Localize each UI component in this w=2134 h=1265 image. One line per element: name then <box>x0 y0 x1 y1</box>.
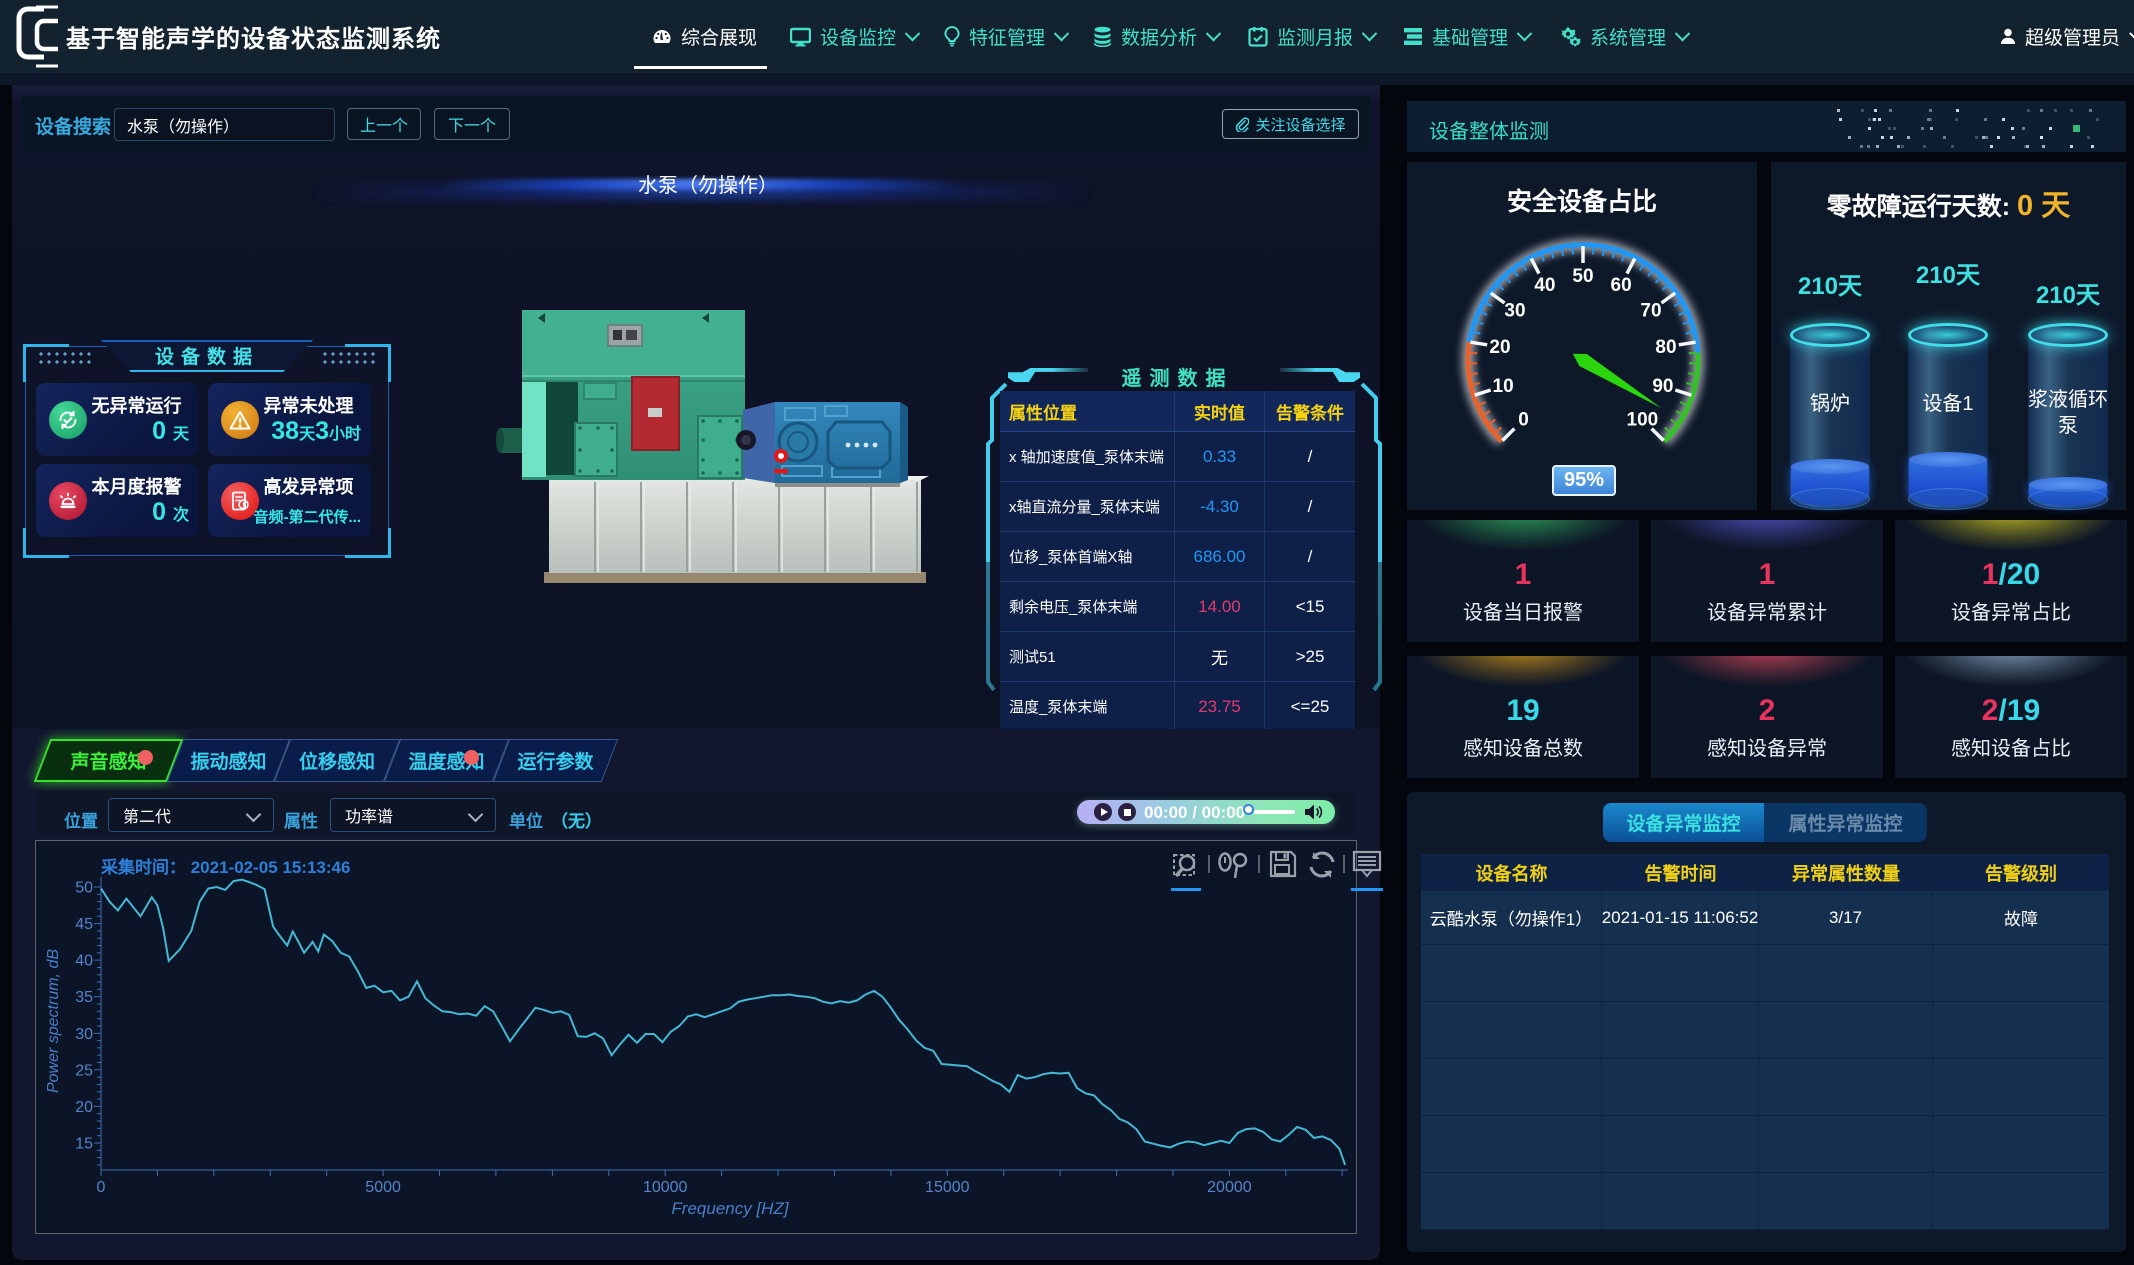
svg-text:0: 0 <box>1518 409 1529 430</box>
svg-text:30: 30 <box>75 1026 93 1043</box>
svg-text:45: 45 <box>75 916 93 933</box>
svg-text:10: 10 <box>1493 376 1514 397</box>
svg-text:20: 20 <box>75 1099 93 1116</box>
svg-text:20: 20 <box>1489 337 1510 358</box>
svg-text:15: 15 <box>75 1136 93 1153</box>
svg-text:40: 40 <box>75 953 93 970</box>
svg-text:5000: 5000 <box>365 1179 401 1196</box>
svg-text:0: 0 <box>97 1179 106 1196</box>
svg-text:90: 90 <box>1652 376 1673 397</box>
svg-text:60: 60 <box>1611 275 1632 296</box>
svg-text:70: 70 <box>1640 301 1661 322</box>
svg-text:20000: 20000 <box>1207 1179 1252 1196</box>
svg-text:80: 80 <box>1655 337 1676 358</box>
svg-text:25: 25 <box>75 1062 93 1079</box>
svg-text:50: 50 <box>1572 266 1593 287</box>
svg-text:40: 40 <box>1534 275 1555 296</box>
svg-text:10000: 10000 <box>643 1179 688 1196</box>
svg-text:Frequency [HZ]: Frequency [HZ] <box>671 1199 789 1218</box>
svg-text:15000: 15000 <box>925 1179 970 1196</box>
svg-text:30: 30 <box>1504 301 1525 322</box>
svg-text:Power spectrum, dB: Power spectrum, dB <box>45 949 62 1093</box>
svg-text:35: 35 <box>75 989 93 1006</box>
svg-text:100: 100 <box>1627 409 1659 430</box>
svg-text:50: 50 <box>75 880 93 897</box>
